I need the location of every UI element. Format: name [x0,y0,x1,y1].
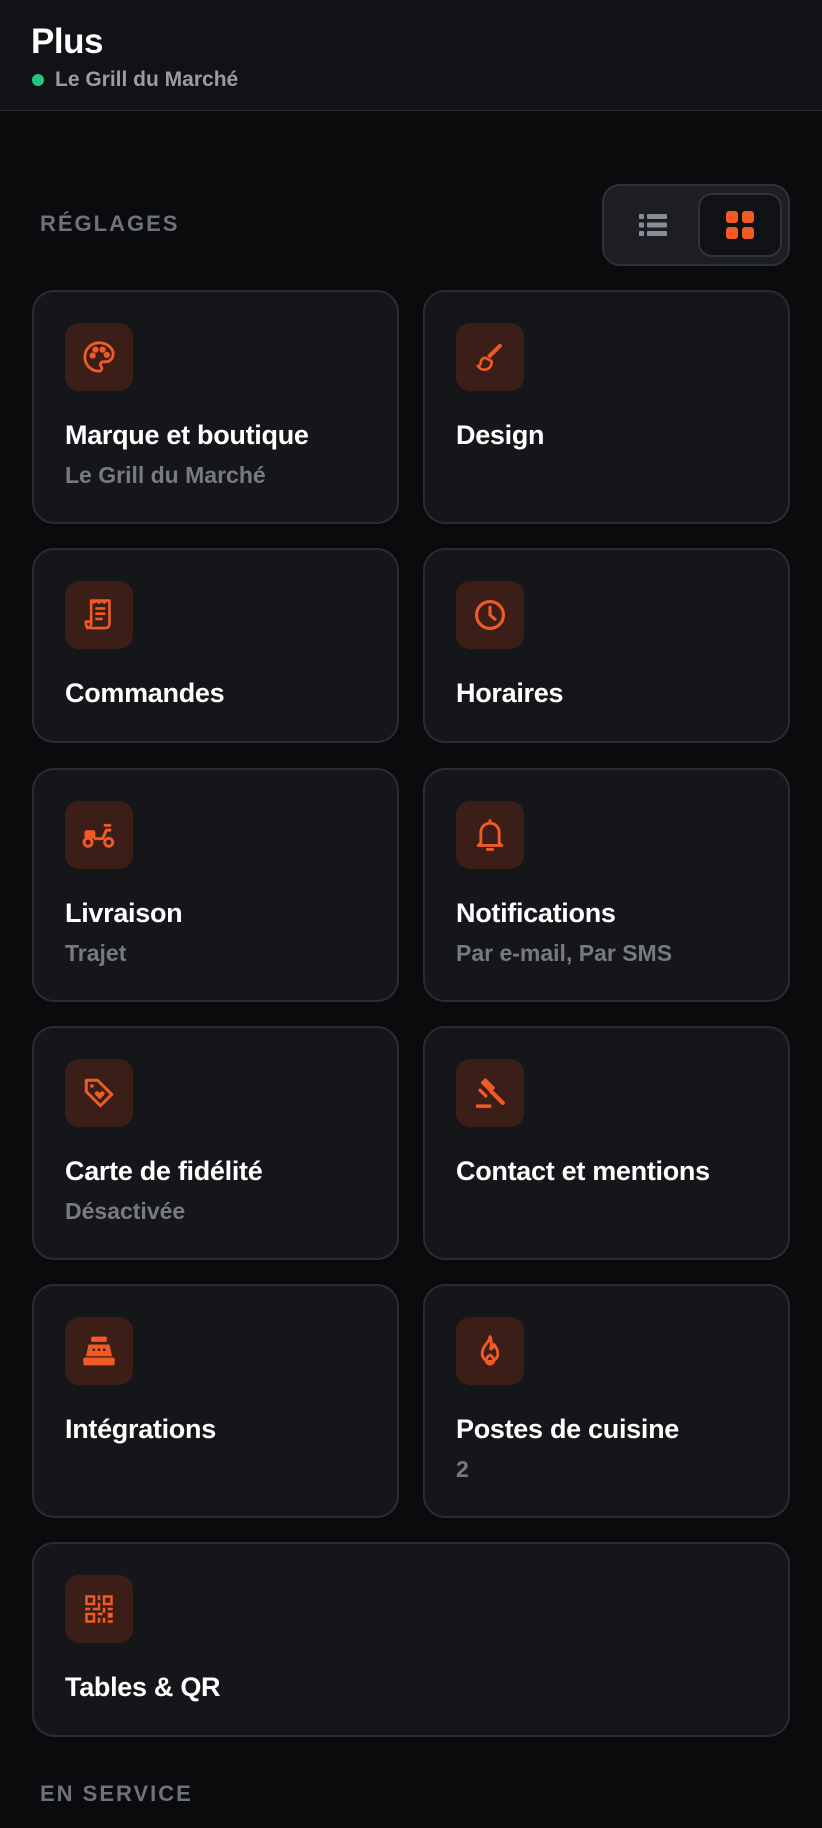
settings-card-tables[interactable]: Tables & QR [32,1542,790,1737]
card-subtitle: Le Grill du Marché [65,462,266,488]
card-subtitle: Trajet [65,940,127,966]
card-icon-box [456,1317,524,1385]
card-subtitle: Par e-mail, Par SMS [456,940,673,966]
scooter-icon [82,823,115,848]
card-icon-box [65,581,133,649]
list-icon [639,214,667,236]
list-view-button[interactable] [611,193,695,257]
grid-view-button[interactable] [698,193,782,257]
settings-card-legal[interactable]: Contact et mentions [423,1026,790,1260]
settings-card-brand[interactable]: Marque et boutique Le Grill du Marché [32,290,399,524]
settings-card-notifications[interactable]: Notifications Par e-mail, Par SMS [423,768,790,1002]
card-icon-box [65,323,133,391]
card-title: Notifications [456,898,616,928]
settings-card-integrations[interactable]: Intégrations [32,1284,399,1518]
card-title: Carte de fidélité [65,1156,263,1186]
cash-register-icon [83,1336,115,1366]
restaurant-name: Le Grill du Marché [55,68,239,91]
receipt-icon [84,599,111,630]
online-status-dot [32,74,44,86]
card-title: Contact et mentions [456,1156,710,1186]
view-toggle [602,184,790,266]
card-title: Commandes [65,678,225,708]
card-icon-box [65,801,133,869]
settings-card-orders[interactable]: Commandes [32,548,399,743]
card-icon-box [65,1575,133,1643]
card-icon-box [456,1059,524,1127]
card-icon-box [65,1059,133,1127]
restaurant-status: Le Grill du Marché [32,68,238,92]
flame-icon [480,1335,500,1366]
settings-card-loyalty[interactable]: Carte de fidélité Désactivée [32,1026,399,1260]
settings-card-delivery[interactable]: Livraison Trajet [32,768,399,1002]
paintbrush-icon [475,343,502,372]
settings-card-stations[interactable]: Postes de cuisine 2 [423,1284,790,1518]
section-label-settings: RÉGLAGES [40,211,180,236]
card-title: Marque et boutique [65,420,309,450]
grid-icon [726,211,754,239]
card-icon-box [456,581,524,649]
settings-card-hours[interactable]: Horaires [423,548,790,743]
card-subtitle: 2 [456,1456,469,1482]
palette-icon [83,341,115,373]
card-title: Livraison [65,898,183,928]
tag-heart-icon [84,1078,114,1108]
gavel-icon [475,1078,505,1108]
card-icon-box [456,801,524,869]
settings-card-design[interactable]: Design [423,290,790,524]
card-title: Tables & QR [65,1672,221,1702]
bell-icon [476,819,504,851]
page-title: Plus [31,22,103,61]
card-icon-box [65,1317,133,1385]
app-header: Plus Le Grill du Marché [0,0,822,111]
card-title: Intégrations [65,1414,216,1444]
section-label-service: EN SERVICE [40,1781,193,1806]
card-title: Horaires [456,678,564,708]
card-subtitle: Désactivée [65,1198,186,1224]
card-title: Postes de cuisine [456,1414,679,1444]
qr-code-icon [85,1595,113,1623]
clock-icon [474,599,506,631]
card-title: Design [456,420,545,450]
card-icon-box [456,323,524,391]
